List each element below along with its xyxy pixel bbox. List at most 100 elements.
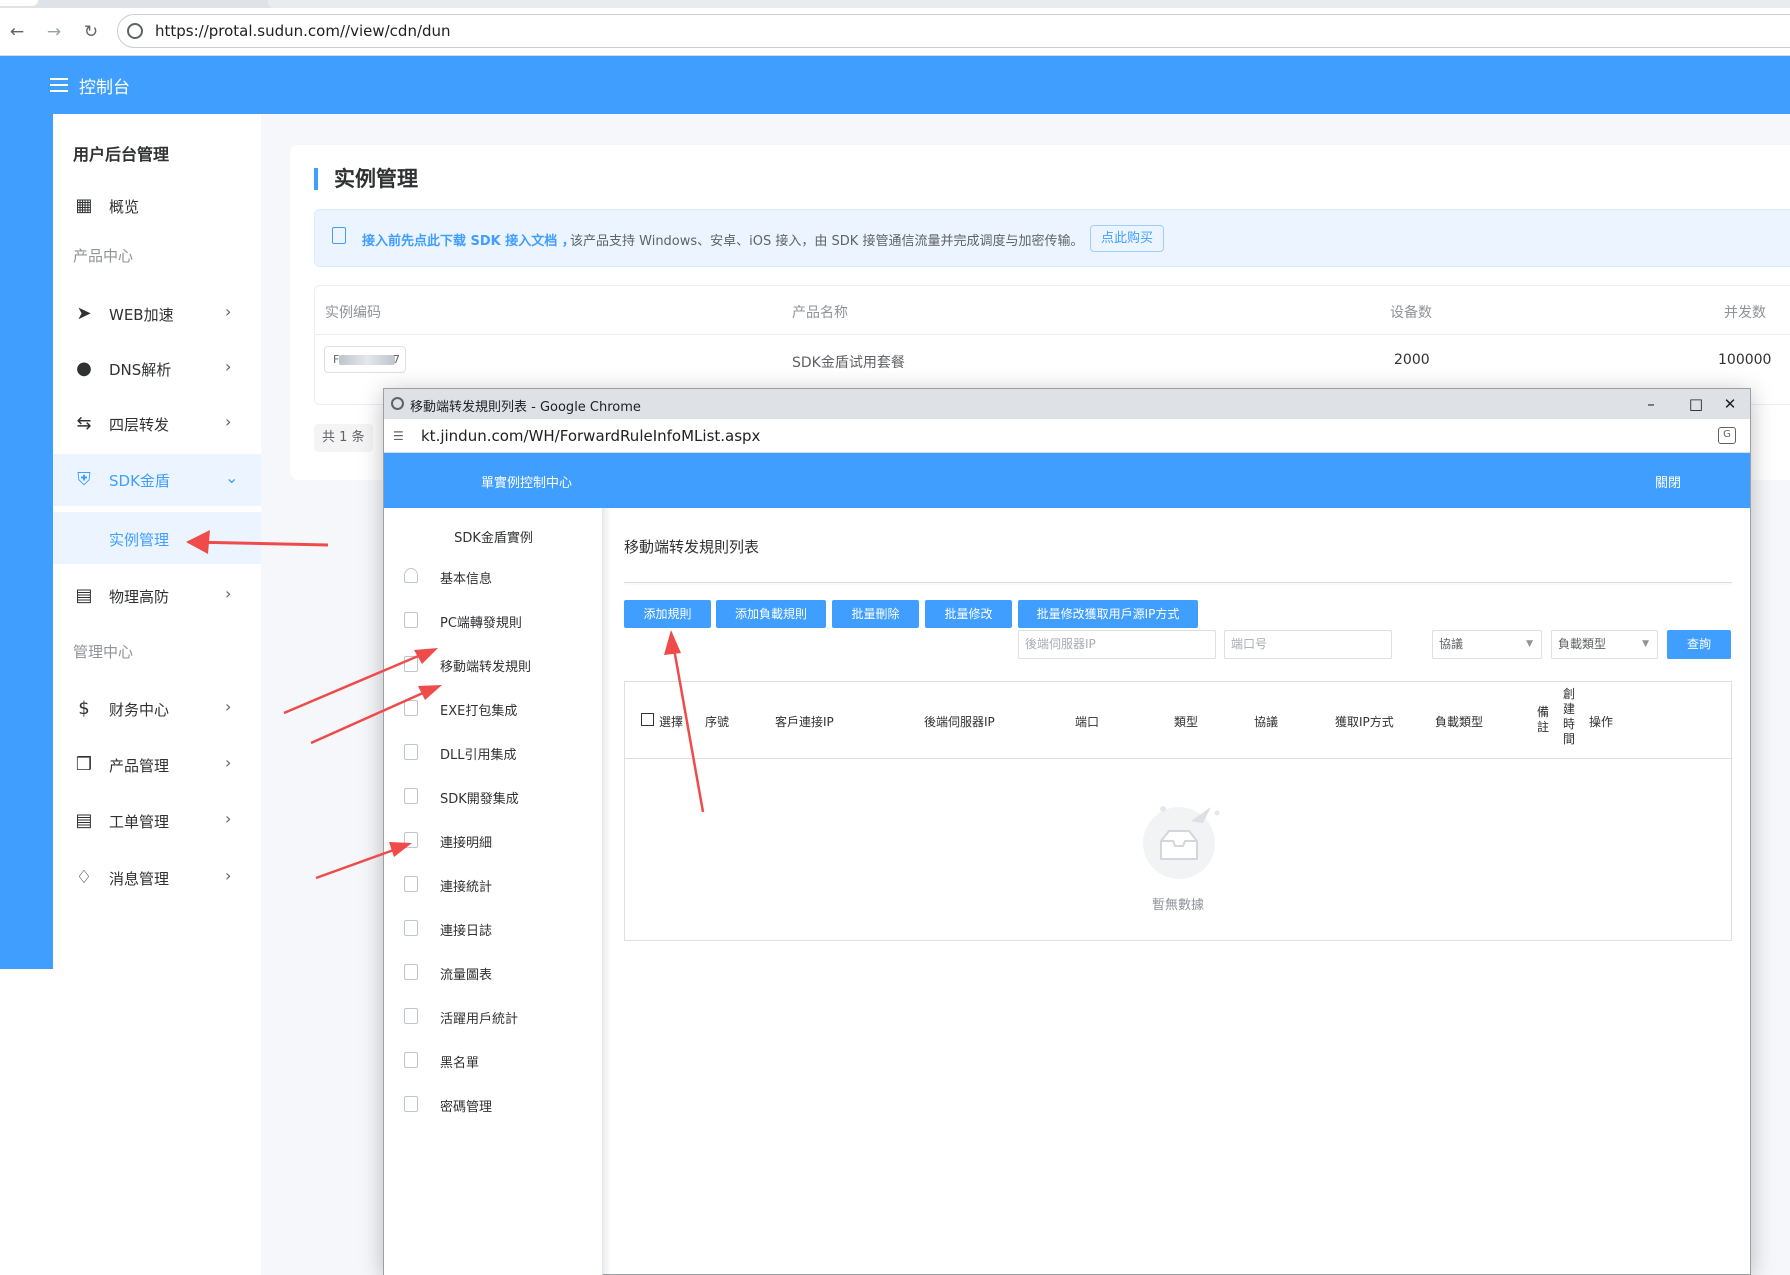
popup-nav-label: 基本信息 — [440, 572, 493, 587]
clipboard-icon — [404, 744, 418, 760]
load-type-select[interactable]: 負載類型 ▼ — [1551, 630, 1658, 659]
site-settings-icon[interactable]: ☰ — [393, 429, 409, 443]
minimize-icon[interactable]: – — [1640, 393, 1662, 415]
popup-nav-label: 流量圖表 — [440, 968, 493, 983]
browser-tab-bar — [268, 0, 1790, 8]
shield-icon: ⛨ — [77, 469, 91, 490]
select-all-checkbox[interactable] — [641, 713, 654, 726]
sidebar-subitem-instance[interactable]: 实例管理 — [53, 512, 261, 564]
popup-nav-blacklist[interactable]: 黑名單 — [384, 1038, 603, 1082]
instance-code-suffix: 7 — [393, 353, 400, 366]
translate-icon[interactable]: G — [1718, 427, 1736, 444]
popup-nav-conn-detail[interactable]: 連接明細 — [384, 818, 603, 862]
dollar-icon: $ — [78, 698, 90, 719]
sdk-doc-link[interactable]: 接入前先点此下载 SDK 接入文档 ， — [362, 230, 575, 249]
chevron-right-icon: › — [225, 809, 232, 828]
sidebar-item-dns[interactable]: ● DNS解析 › — [53, 343, 261, 395]
console-title: 控制台 — [79, 78, 130, 98]
sidebar-item-label: 四层转发 — [109, 416, 170, 434]
backend-ip-input[interactable]: 後端伺服器IP — [1018, 630, 1216, 659]
chevron-right-icon: › — [225, 697, 232, 716]
batch-delete-button[interactable]: 批量刪除 — [832, 600, 919, 628]
sidebar-item-tickets[interactable]: ▤ 工单管理 › — [53, 795, 261, 847]
popup-header: 單實例控制中心 關閉 — [384, 453, 1750, 508]
popup-nav-conn-stats[interactable]: 連接統計 — [384, 862, 603, 906]
clipboard-icon — [404, 700, 418, 716]
popup-nav-label: 移動端转发規則 — [440, 660, 532, 675]
product-name-cell: SDK金盾试用套餐 — [792, 355, 905, 371]
chevron-right-icon: › — [225, 866, 232, 885]
popup-nav-exe[interactable]: EXE打包集成 — [384, 686, 603, 730]
popup-nav-label: SDK開發集成 — [440, 792, 519, 807]
popup-address-bar[interactable]: ☰ kt.jindun.com/WH/ForwardRuleInfoMList.… — [384, 419, 1750, 453]
popup-sidebar-shadow — [603, 508, 611, 1275]
sidebar-item-physical[interactable]: ▤ 物理高防 › — [53, 570, 261, 622]
rules-table: 選擇 序號 客戶連接IP 後端伺服器IP 端口 類型 協議 獲取IP方式 負載類… — [624, 681, 1732, 941]
popup-nav-label: EXE打包集成 — [440, 704, 518, 719]
column-header: 獲取IP方式 — [1335, 715, 1394, 729]
concurrency-cell: 100000 — [1718, 352, 1772, 368]
clipboard-icon — [404, 1008, 418, 1024]
globe-icon: ● — [76, 358, 92, 379]
batch-edit-ip-method-button[interactable]: 批量修改獲取用戶源IP方式 — [1018, 600, 1198, 628]
clipboard-icon — [404, 656, 418, 672]
clipboard-icon — [404, 832, 418, 848]
sidebar-item-finance[interactable]: $ 财务中心 › — [53, 683, 261, 735]
sidebar-item-web[interactable]: ➤ WEB加速 › — [53, 288, 261, 340]
add-load-rule-button[interactable]: 添加負載規則 — [716, 600, 826, 628]
popup-nav-sdk-dev[interactable]: SDK開發集成 — [384, 774, 603, 818]
clipboard-icon — [404, 1052, 418, 1068]
popup-nav-label: 密碼管理 — [440, 1100, 493, 1115]
port-input[interactable]: 端口号 — [1224, 630, 1392, 659]
popup-nav-active-users[interactable]: 活躍用戶統計 — [384, 994, 603, 1038]
reload-icon[interactable]: ↻ — [79, 20, 103, 44]
popup-nav-pc-rules[interactable]: PC端轉發規則 — [384, 598, 603, 642]
menu-icon[interactable] — [50, 78, 68, 92]
maximize-icon[interactable]: □ — [1685, 393, 1707, 415]
redacted-block — [339, 355, 395, 365]
close-icon[interactable]: ✕ — [1708, 393, 1752, 415]
batch-edit-button[interactable]: 批量修改 — [925, 600, 1012, 628]
address-bar[interactable]: https://protal.sudun.com//view/cdn/dun — [117, 14, 1790, 48]
browser-tab[interactable] — [0, 0, 38, 6]
popup-sidebar: SDK金盾實例 基本信息 PC端轉發規則 移動端转发規則 EXE打包集成 DLL… — [384, 508, 603, 1275]
server-icon: ▤ — [75, 585, 93, 606]
sidebar-item-label: 概览 — [109, 198, 140, 216]
popup-nav-basic-info[interactable]: 基本信息 — [384, 554, 603, 598]
site-info-icon[interactable] — [127, 23, 143, 39]
popup-nav-mobile-rules[interactable]: 移動端转发規則 — [384, 642, 603, 686]
clipboard-icon — [404, 920, 418, 936]
popup-window-title: 移動端转发規則列表 - Google Chrome — [410, 400, 641, 415]
protocol-select[interactable]: 協議 ▼ — [1432, 630, 1542, 659]
chevron-right-icon: › — [225, 357, 232, 376]
sidebar: 用户后台管理 ▦ 概览 产品中心 ➤ WEB加速 › ● DNS解析 › ⇆ 四… — [53, 114, 261, 1275]
sidebar-item-overview[interactable]: ▦ 概览 — [53, 180, 261, 232]
popup-nav-conn-log[interactable]: 連接日誌 — [384, 906, 603, 950]
popup-nav-label: DLL引用集成 — [440, 748, 517, 763]
instance-code-tag[interactable]: F 7 — [324, 346, 406, 373]
sidebar-group-product: 产品中心 — [73, 247, 134, 265]
sidebar-item-products[interactable]: ❒ 产品管理 › — [53, 739, 261, 791]
column-header: 創建時間 — [1563, 687, 1576, 746]
popup-nav-traffic-chart[interactable]: 流量圖表 — [384, 950, 603, 994]
column-header: 序號 — [705, 715, 730, 729]
popup-sidebar-title: SDK金盾實例 — [454, 531, 533, 546]
sidebar-item-layer4[interactable]: ⇆ 四层转发 › — [53, 398, 261, 450]
popup-nav-label: 黑名單 — [440, 1056, 480, 1071]
back-arrow-icon[interactable]: ← — [5, 20, 29, 44]
sidebar-item-label: WEB加速 — [109, 306, 174, 324]
sidebar-item-messages[interactable]: ♢ 消息管理 › — [53, 852, 261, 904]
buy-button[interactable]: 点此购买 — [1090, 225, 1165, 252]
popup-nav-password[interactable]: 密碼管理 — [384, 1082, 603, 1126]
close-link[interactable]: 關閉 — [1655, 472, 1681, 491]
column-header: 端口 — [1075, 715, 1100, 729]
query-button[interactable]: 查詢 — [1667, 630, 1731, 659]
column-header: 客戶連接IP — [775, 715, 834, 729]
add-rule-button[interactable]: 添加規則 — [624, 600, 711, 628]
sidebar-item-sdk[interactable]: ⛨ SDK金盾 ⌄ — [53, 454, 261, 506]
forward-arrow-icon[interactable]: → — [42, 20, 66, 44]
sidebar-item-label: 财务中心 — [109, 701, 170, 719]
popup-nav-dll[interactable]: DLL引用集成 — [384, 730, 603, 774]
header-backdrop — [0, 114, 53, 969]
bell-icon: ♢ — [75, 867, 93, 888]
